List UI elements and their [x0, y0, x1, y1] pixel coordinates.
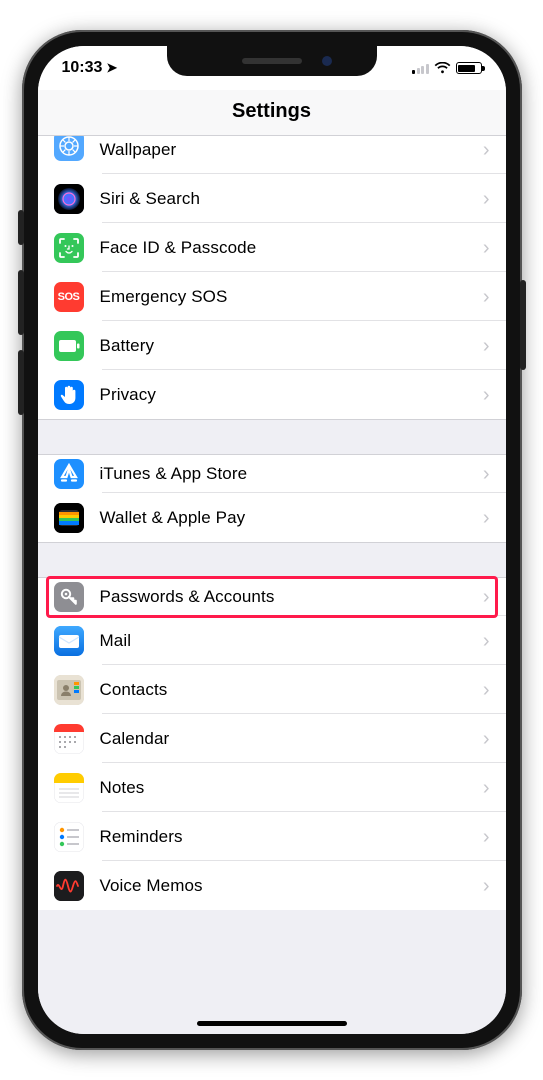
settings-row-label: iTunes & App Store: [100, 464, 483, 484]
cellular-signal-icon: [412, 62, 429, 74]
page-title: Settings: [38, 100, 506, 123]
key-icon: [54, 582, 84, 612]
siri-icon: [54, 184, 84, 214]
battery-icon: [456, 62, 482, 74]
chevron-right-icon: ›: [483, 729, 490, 749]
settings-row-label: Emergency SOS: [100, 287, 483, 307]
settings-row-faceid[interactable]: Face ID & Passcode›: [38, 223, 506, 272]
settings-row-privacy[interactable]: Privacy›: [38, 370, 506, 419]
calendar-icon: [54, 724, 84, 754]
settings-row-itunes[interactable]: iTunes & App Store›: [38, 455, 506, 493]
face-icon: [54, 233, 84, 263]
settings-row-label: Wallet & Apple Pay: [100, 508, 483, 528]
settings-section: iTunes & App Store›Wallet & Apple Pay›: [38, 455, 506, 542]
location-services-icon: ➤: [106, 60, 117, 76]
settings-row-passwords[interactable]: Passwords & Accounts›: [38, 578, 506, 616]
nav-header: Settings: [38, 90, 506, 136]
sos-icon: SOS: [54, 282, 84, 312]
settings-row-label: Wallpaper: [100, 140, 483, 160]
settings-section: Wallpaper›Siri & Search›Face ID & Passco…: [38, 136, 506, 419]
settings-row-label: Calendar: [100, 729, 483, 749]
chevron-right-icon: ›: [483, 336, 490, 356]
section-gap: [38, 542, 506, 578]
chevron-right-icon: ›: [483, 287, 490, 307]
appstore-icon: [54, 459, 84, 489]
settings-row-label: Battery: [100, 336, 483, 356]
voicememos-icon: [54, 871, 84, 901]
section-gap: [38, 419, 506, 455]
settings-row-label: Privacy: [100, 385, 483, 405]
notch: [167, 46, 377, 76]
settings-row-contacts[interactable]: Contacts›: [38, 665, 506, 714]
chevron-right-icon: ›: [483, 631, 490, 651]
settings-row-label: Siri & Search: [100, 189, 483, 209]
settings-row-battery[interactable]: Battery›: [38, 321, 506, 370]
settings-row-wallet[interactable]: Wallet & Apple Pay›: [38, 493, 506, 542]
chevron-right-icon: ›: [483, 385, 490, 405]
settings-row-notes[interactable]: Notes›: [38, 763, 506, 812]
settings-row-siri[interactable]: Siri & Search›: [38, 174, 506, 223]
settings-row-label: Reminders: [100, 827, 483, 847]
settings-row-wallpaper[interactable]: Wallpaper›: [38, 136, 506, 174]
settings-row-label: Mail: [100, 631, 483, 651]
battery-icon: [54, 331, 84, 361]
settings-row-sos[interactable]: SOS Emergency SOS›: [38, 272, 506, 321]
chevron-right-icon: ›: [483, 238, 490, 258]
settings-row-mail[interactable]: Mail›: [38, 616, 506, 665]
settings-section: Passwords & Accounts›Mail›Contacts›Calen…: [38, 578, 506, 910]
wallpaper-icon: [54, 136, 84, 161]
hand-icon: [54, 380, 84, 410]
volume-down-button: [18, 350, 24, 415]
wallet-icon: [54, 503, 84, 533]
settings-row-calendar[interactable]: Calendar›: [38, 714, 506, 763]
settings-row-label: Passwords & Accounts: [100, 587, 483, 607]
chevron-right-icon: ›: [483, 587, 490, 607]
settings-row-label: Voice Memos: [100, 876, 483, 896]
contacts-icon: [54, 675, 84, 705]
mail-icon: [54, 626, 84, 656]
chevron-right-icon: ›: [483, 827, 490, 847]
home-indicator[interactable]: [197, 1021, 347, 1026]
wifi-icon: [434, 62, 451, 74]
side-button: [520, 280, 526, 370]
settings-row-label: Contacts: [100, 680, 483, 700]
chevron-right-icon: ›: [483, 464, 490, 484]
chevron-right-icon: ›: [483, 680, 490, 700]
settings-row-label: Notes: [100, 778, 483, 798]
volume-up-button: [18, 270, 24, 335]
settings-row-label: Face ID & Passcode: [100, 238, 483, 258]
settings-row-reminders[interactable]: Reminders›: [38, 812, 506, 861]
notes-icon: [54, 773, 84, 803]
phone-screen: 10:33 ➤ Settings Wallpaper›Siri & Search…: [38, 46, 506, 1034]
chevron-right-icon: ›: [483, 508, 490, 528]
chevron-right-icon: ›: [483, 876, 490, 896]
chevron-right-icon: ›: [483, 778, 490, 798]
phone-frame: 10:33 ➤ Settings Wallpaper›Siri & Search…: [22, 30, 522, 1050]
mute-switch: [18, 210, 24, 245]
status-time: 10:33: [62, 59, 103, 77]
settings-row-voicememos[interactable]: Voice Memos›: [38, 861, 506, 910]
chevron-right-icon: ›: [483, 140, 490, 160]
reminders-icon: [54, 822, 84, 852]
settings-content[interactable]: Wallpaper›Siri & Search›Face ID & Passco…: [38, 136, 506, 1034]
chevron-right-icon: ›: [483, 189, 490, 209]
